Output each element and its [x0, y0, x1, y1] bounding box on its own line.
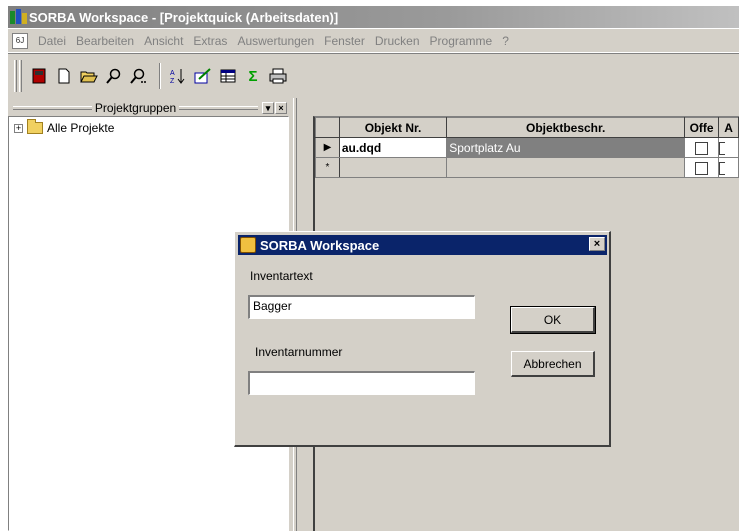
- dialog-title: SORBA Workspace: [260, 237, 380, 253]
- offe-checkbox[interactable]: [695, 141, 709, 155]
- table-header-row: Objekt Nr. Objektbeschr. Offe A: [315, 117, 739, 138]
- new-document-icon[interactable]: [53, 64, 75, 88]
- cell-a-new[interactable]: [718, 157, 739, 178]
- toolbar-grip[interactable]: [14, 60, 17, 92]
- toolbar-grip-2: [19, 60, 22, 92]
- a-checkbox-new[interactable]: [719, 161, 726, 175]
- svg-text:Z: Z: [170, 78, 175, 84]
- menu-ansicht[interactable]: Ansicht: [139, 34, 188, 48]
- edit-icon[interactable]: [192, 64, 214, 88]
- panel-dock-icon[interactable]: ▾: [262, 102, 275, 114]
- menu-bearbeiten[interactable]: Bearbeiten: [71, 34, 139, 48]
- grid-icon[interactable]: [217, 64, 239, 88]
- cell-objekt-nr[interactable]: au.dqd: [338, 137, 448, 158]
- column-header-offe[interactable]: Offe: [684, 117, 720, 138]
- inventartext-label: Inventartext: [250, 269, 313, 283]
- cell-objekt-nr-new[interactable]: [338, 157, 448, 178]
- toolbar: AZ Σ: [8, 53, 739, 98]
- menu-programme[interactable]: Programme: [425, 34, 498, 48]
- table-row[interactable]: ▶ au.dqd Sportplatz Au: [315, 137, 739, 158]
- header-grip-right: [179, 106, 259, 110]
- cell-offe[interactable]: [684, 137, 720, 158]
- svg-text:A: A: [170, 70, 175, 77]
- dialog-titlebar[interactable]: SORBA Workspace ×: [238, 235, 607, 255]
- sum-icon[interactable]: Σ: [242, 64, 264, 88]
- column-header-objektbeschr[interactable]: Objektbeschr.: [446, 117, 686, 138]
- document-icon[interactable]: 6J: [12, 32, 28, 49]
- row-marker-current[interactable]: ▶: [315, 137, 340, 158]
- cell-objektbeschr-new[interactable]: [446, 157, 686, 178]
- inventarnummer-label: Inventarnummer: [255, 345, 343, 359]
- open-folder-icon[interactable]: [78, 64, 100, 88]
- cell-a[interactable]: [718, 137, 739, 158]
- folder-icon: [27, 119, 43, 134]
- offe-checkbox-new[interactable]: [695, 161, 709, 175]
- column-header-a[interactable]: A: [718, 117, 739, 138]
- row-header-corner: [315, 117, 340, 138]
- cell-offe-new[interactable]: [684, 157, 720, 178]
- tree-item-label: Alle Projekte: [47, 121, 115, 135]
- column-header-objekt-nr[interactable]: Objekt Nr.: [338, 117, 448, 138]
- ok-button[interactable]: OK: [510, 306, 596, 334]
- search-icon[interactable]: [103, 64, 125, 88]
- window-title: SORBA Workspace - [Projektquick (Arbeits…: [29, 9, 339, 25]
- print-icon[interactable]: [267, 64, 289, 88]
- table-row-new[interactable]: *: [315, 157, 739, 178]
- menu-datei[interactable]: Datei: [33, 34, 71, 48]
- menu-drucken[interactable]: Drucken: [370, 34, 425, 48]
- exit-icon[interactable]: [28, 64, 50, 88]
- project-groups-header: Projektgruppen ▾ ×: [10, 100, 288, 116]
- project-groups-title: Projektgruppen: [94, 101, 177, 115]
- menu-auswertungen[interactable]: Auswertungen: [232, 34, 319, 48]
- projects-table: Objekt Nr. Objektbeschr. Offe A ▶ au.dqd…: [315, 117, 739, 178]
- menu-fenster[interactable]: Fenster: [319, 34, 370, 48]
- inventartext-input[interactable]: Bagger: [248, 295, 475, 319]
- inventory-dialog: SORBA Workspace × Inventartext Bagger In…: [234, 231, 611, 447]
- header-grip-left: [13, 106, 92, 110]
- panel-close-icon[interactable]: ×: [275, 102, 288, 114]
- row-marker-new[interactable]: *: [315, 157, 340, 178]
- sort-ascending-icon[interactable]: AZ: [167, 64, 189, 88]
- cancel-button[interactable]: Abbrechen: [511, 351, 595, 377]
- menu-help[interactable]: ?: [497, 34, 514, 48]
- tree-item-alle-projekte[interactable]: + Alle Projekte: [14, 119, 115, 135]
- dialog-app-icon: [240, 237, 256, 253]
- app-icon: [10, 8, 27, 24]
- toolbar-separator: [159, 63, 161, 89]
- window-titlebar[interactable]: SORBA Workspace - [Projektquick (Arbeits…: [8, 6, 739, 28]
- menu-bar: 6J Datei Bearbeiten Ansicht Extras Auswe…: [8, 29, 739, 52]
- tree-expand-icon[interactable]: +: [14, 123, 23, 133]
- a-checkbox[interactable]: [719, 141, 726, 155]
- cell-objektbeschr[interactable]: Sportplatz Au: [446, 137, 686, 158]
- inventarnummer-input[interactable]: [248, 371, 475, 395]
- menu-extras[interactable]: Extras: [188, 34, 232, 48]
- search-next-icon[interactable]: [128, 64, 150, 88]
- dialog-close-button[interactable]: ×: [589, 237, 605, 251]
